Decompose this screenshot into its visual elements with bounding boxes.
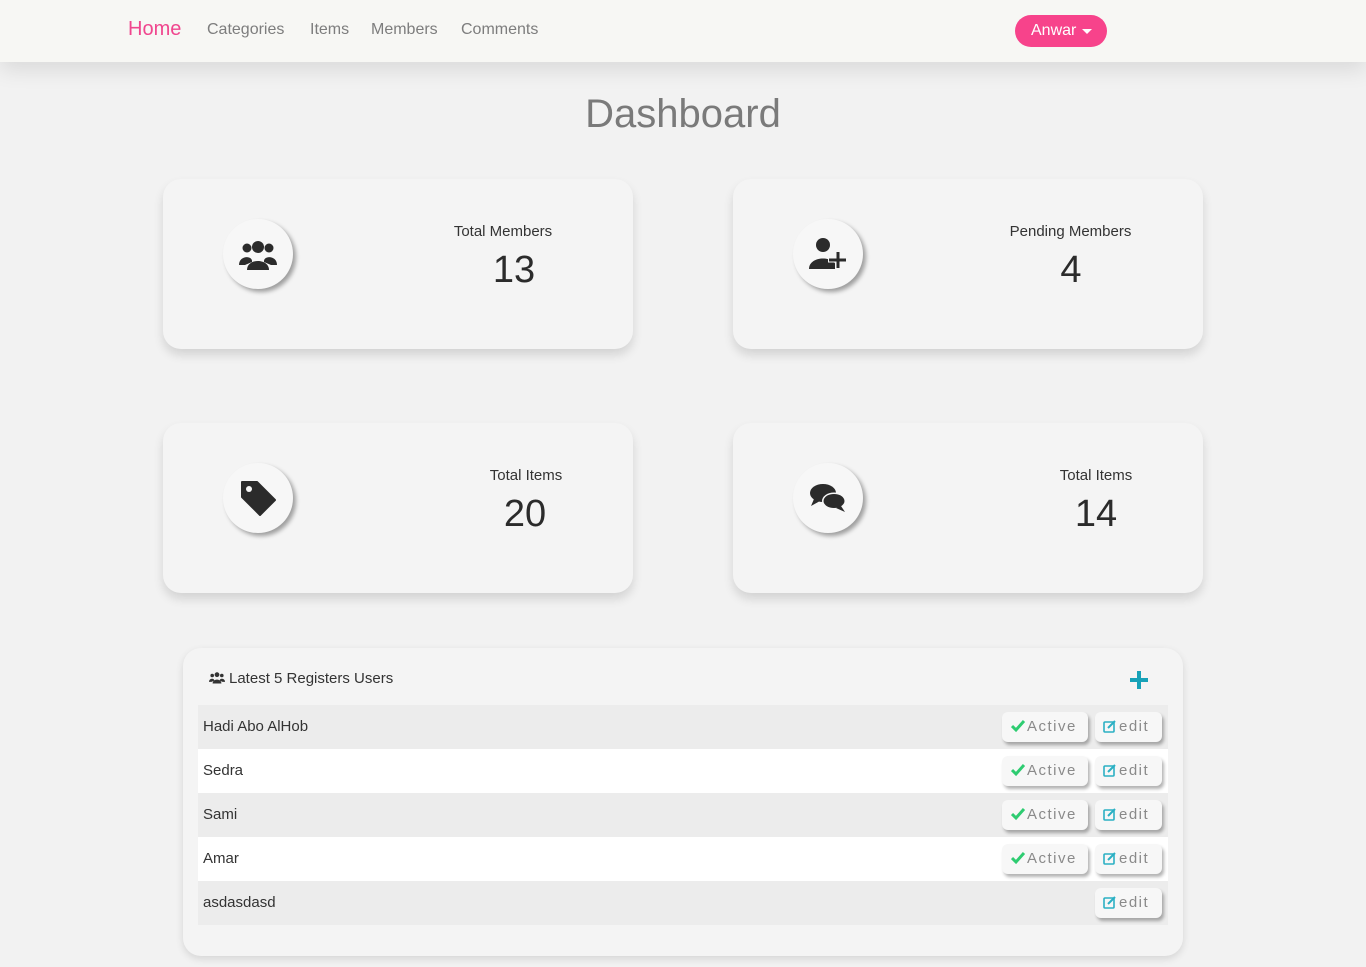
- list-item: asdasdasd edit: [198, 881, 1168, 925]
- panel-heading-text: Latest 5 Registers Users: [229, 670, 394, 687]
- stat-label: Total Items: [489, 467, 563, 484]
- user-plus-icon: [809, 238, 847, 269]
- edit-label: edit: [1119, 762, 1150, 779]
- nav-items-link[interactable]: Items: [310, 21, 349, 39]
- stat-label: Total Items: [1059, 467, 1133, 484]
- activate-label: Active: [1027, 850, 1077, 867]
- edit-icon: [1103, 808, 1116, 821]
- user-name: asdasdasd: [203, 894, 276, 911]
- edit-icon: [1103, 720, 1116, 733]
- user-name: Sedra: [203, 762, 244, 779]
- stat-icon-circle: [223, 219, 293, 289]
- edit-button[interactable]: edit: [1095, 888, 1162, 918]
- plus-icon[interactable]: [1130, 671, 1148, 689]
- stat-icon-circle: [223, 463, 293, 533]
- nav-comments-link[interactable]: Comments: [461, 21, 538, 39]
- list-item: Amar Active edit: [198, 837, 1168, 881]
- edit-label: edit: [1119, 718, 1150, 735]
- users-icon: [209, 672, 225, 684]
- edit-button[interactable]: edit: [1095, 712, 1162, 742]
- nav-home-link[interactable]: Home: [128, 18, 181, 41]
- stat-value: 4: [1060, 249, 1082, 291]
- activate-button[interactable]: Active: [1002, 712, 1088, 742]
- panel-heading: Latest 5 Registers Users: [209, 670, 393, 687]
- edit-button[interactable]: edit: [1095, 756, 1162, 786]
- list-item: Hadi Abo AlHob Active edit: [198, 705, 1168, 749]
- edit-label: edit: [1119, 894, 1150, 911]
- activate-label: Active: [1027, 718, 1077, 735]
- comments-icon: [810, 484, 846, 512]
- edit-button[interactable]: edit: [1095, 844, 1162, 874]
- stat-card-total-members: Total Members 13: [163, 179, 633, 349]
- user-name: Amar: [203, 850, 239, 867]
- activate-label: Active: [1027, 806, 1077, 823]
- caret-down-icon: [1082, 29, 1092, 34]
- check-icon: [1010, 808, 1026, 821]
- latest-users-panel: Latest 5 Registers Users Hadi Abo AlHob …: [183, 648, 1183, 956]
- user-menu-button[interactable]: Anwar: [1015, 15, 1107, 47]
- stat-icon-circle: [793, 219, 863, 289]
- user-name: Hadi Abo AlHob: [203, 718, 309, 735]
- activate-label: Active: [1027, 762, 1077, 779]
- edit-label: edit: [1119, 806, 1150, 823]
- navbar: Home Categories Items Members Comments A…: [0, 0, 1366, 62]
- stat-value: 13: [492, 249, 536, 291]
- stat-label: Total Members: [453, 223, 553, 240]
- stat-value: 14: [1074, 493, 1118, 535]
- user-name: Sami: [203, 806, 238, 823]
- edit-icon: [1103, 896, 1116, 909]
- nav-categories-link[interactable]: Categories: [207, 21, 284, 39]
- activate-button[interactable]: Active: [1002, 844, 1088, 874]
- users-icon: [239, 241, 277, 270]
- list-item: Sedra Active edit: [198, 749, 1168, 793]
- activate-button[interactable]: Active: [1002, 800, 1088, 830]
- edit-icon: [1103, 852, 1116, 865]
- stat-card-total-comments: Total Items 14: [733, 423, 1203, 593]
- stat-icon-circle: [793, 463, 863, 533]
- stat-value: 20: [503, 493, 547, 535]
- nav-members-link[interactable]: Members: [371, 21, 438, 39]
- check-icon: [1010, 720, 1026, 733]
- tag-icon: [241, 481, 276, 516]
- user-menu-label: Anwar: [1031, 22, 1077, 39]
- stat-card-total-items: Total Items 20: [163, 423, 633, 593]
- latest-users-list: Hadi Abo AlHob Active edit Sedra Active …: [198, 705, 1168, 925]
- stat-label: Pending Members: [1009, 223, 1132, 240]
- edit-label: edit: [1119, 850, 1150, 867]
- edit-icon: [1103, 764, 1116, 777]
- edit-button[interactable]: edit: [1095, 800, 1162, 830]
- check-icon: [1010, 764, 1026, 777]
- check-icon: [1010, 852, 1026, 865]
- page-title: Dashboard: [585, 92, 781, 136]
- activate-button[interactable]: Active: [1002, 756, 1088, 786]
- list-item: Sami Active edit: [198, 793, 1168, 837]
- stat-card-pending-members: Pending Members 4: [733, 179, 1203, 349]
